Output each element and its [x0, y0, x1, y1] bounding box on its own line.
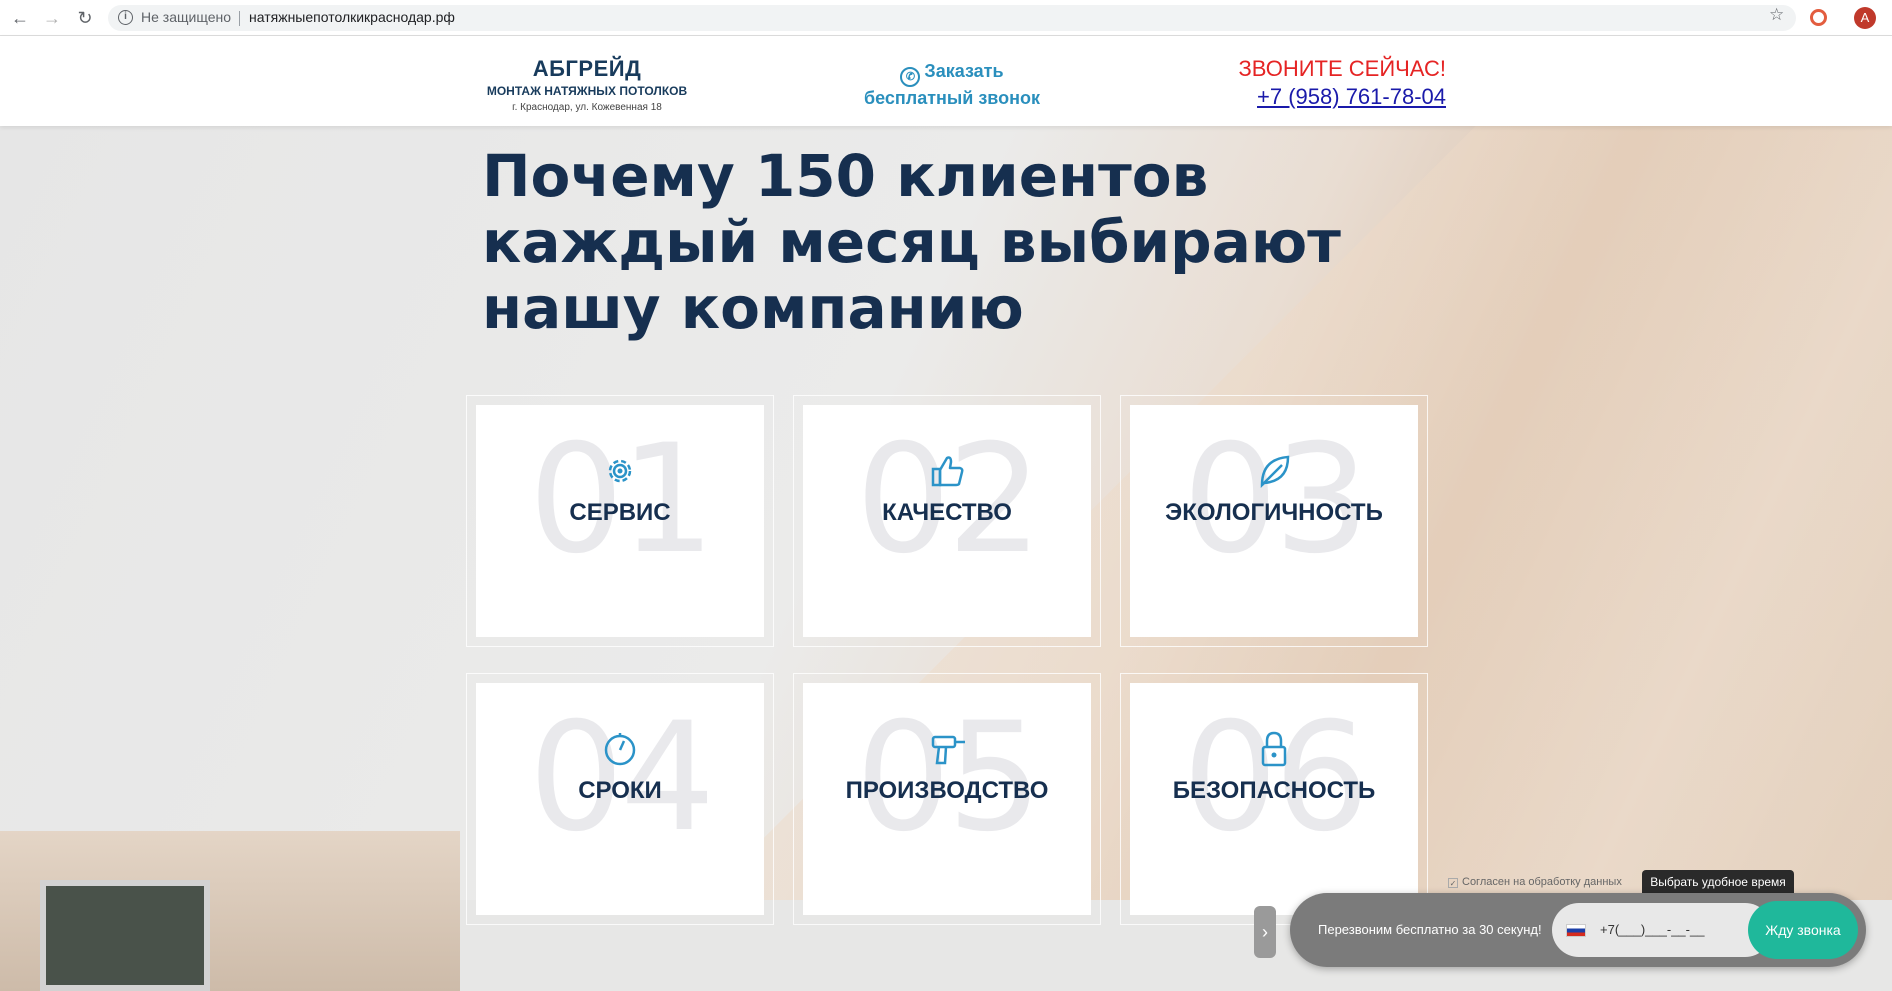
call-now-title: ЗВОНИТЕ СЕЙЧАС! — [1238, 56, 1447, 81]
feature-label: ЭКОЛОГИЧНОСТЬ — [1165, 499, 1383, 526]
divider — [239, 11, 240, 26]
feature-card: 05 ПРОИЗВОДСТВО — [793, 673, 1101, 925]
feature-card: 03 ЭКОЛОГИЧНОСТЬ — [1120, 395, 1428, 647]
security-label: Не защищено — [141, 9, 231, 25]
feature-label: СЕРВИС — [569, 499, 671, 526]
lock-icon — [1261, 731, 1287, 767]
info-icon[interactable]: i — [118, 10, 133, 25]
russia-flag-icon[interactable] — [1566, 924, 1586, 937]
address-bar[interactable]: i Не защищено натяжныепотолкикраснодар.р… — [108, 5, 1796, 31]
stopwatch-icon — [604, 733, 636, 766]
widget-prompt: Перезвоним бесплатно за 30 секунд! — [1318, 922, 1542, 937]
back-icon[interactable]: ← — [8, 6, 32, 30]
feature-card: 04 СРОКИ — [466, 673, 774, 925]
call-now-block: ЗВОНИТЕ СЕЙЧАС! +7 (958) 761-78-04 — [1160, 56, 1447, 110]
bookmark-star-icon[interactable]: ☆ — [1769, 5, 1784, 25]
feature-label: КАЧЕСТВО — [882, 499, 1012, 526]
feature-card: 06 БЕЗОПАСНОСТЬ — [1120, 673, 1428, 925]
reload-icon[interactable]: ↻ — [73, 6, 97, 30]
order-callback-link[interactable]: ✆ Заказать бесплатный звонок — [862, 60, 1042, 109]
brand-subtitle: МОНТАЖ НАТЯЖНЫХ ПОТОЛКОВ — [486, 84, 688, 98]
leaf-icon — [1260, 455, 1290, 489]
page-title: Почему 150 клиентов каждый месяц выбираю… — [482, 142, 1341, 342]
background-tv — [40, 880, 210, 991]
checkbox-icon[interactable]: ✓ — [1448, 878, 1458, 888]
thumbs-up-icon — [931, 456, 964, 487]
pick-time-button[interactable]: Выбрать удобное время — [1642, 870, 1794, 894]
feature-label: ПРОИЗВОДСТВО — [845, 777, 1049, 804]
feature-card: 02 КАЧЕСТВО — [793, 395, 1101, 647]
consent-label: Согласен на обработку данных — [1462, 876, 1622, 888]
site-header: АБГРЕЙД МОНТАЖ НАТЯЖНЫХ ПОТОЛКОВ г. Крас… — [0, 36, 1892, 126]
phone-link[interactable]: +7 (958) 761-78-04 — [1160, 84, 1446, 110]
phone-input[interactable]: +7(___)___-__-__ — [1552, 903, 1772, 957]
brand-address: г. Краснодар, ул. Кожевенная 18 — [512, 102, 662, 113]
feature-card: 01 СЕРВИС — [466, 395, 774, 647]
whatsapp-icon: ✆ — [900, 67, 921, 87]
widget-toggle-chevron-icon[interactable]: › — [1254, 906, 1276, 958]
brand-block[interactable]: АБГРЕЙД МОНТАЖ НАТЯЖНЫХ ПОТОЛКОВ г. Крас… — [482, 56, 692, 113]
url-text[interactable]: натяжныепотолкикраснодар.рф — [249, 9, 455, 25]
callback-line-1: Заказать — [924, 61, 1004, 81]
callback-line-2: бесплатный звонок — [864, 88, 1040, 108]
extension-icon[interactable] — [1810, 9, 1827, 26]
feature-label: СРОКИ — [578, 777, 662, 804]
profile-avatar[interactable]: A — [1854, 7, 1876, 29]
callback-widget: Перезвоним бесплатно за 30 секунд! +7(__… — [1290, 893, 1866, 967]
phone-mask[interactable]: +7(___)___-__-__ — [1600, 922, 1704, 937]
drill-icon — [931, 735, 965, 765]
consent-checkbox[interactable]: ✓ Согласен на обработку данных — [1448, 876, 1622, 888]
feature-label: БЕЗОПАСНОСТЬ — [1172, 777, 1376, 804]
wait-call-button[interactable]: Жду звонка — [1748, 901, 1858, 959]
browser-toolbar: ← → ↻ i Не защищено натяжныепотолкикрасн… — [0, 0, 1892, 36]
forward-icon[interactable]: → — [40, 6, 64, 30]
gear-icon — [608, 459, 632, 483]
brand-name: АБГРЕЙД — [532, 56, 642, 81]
